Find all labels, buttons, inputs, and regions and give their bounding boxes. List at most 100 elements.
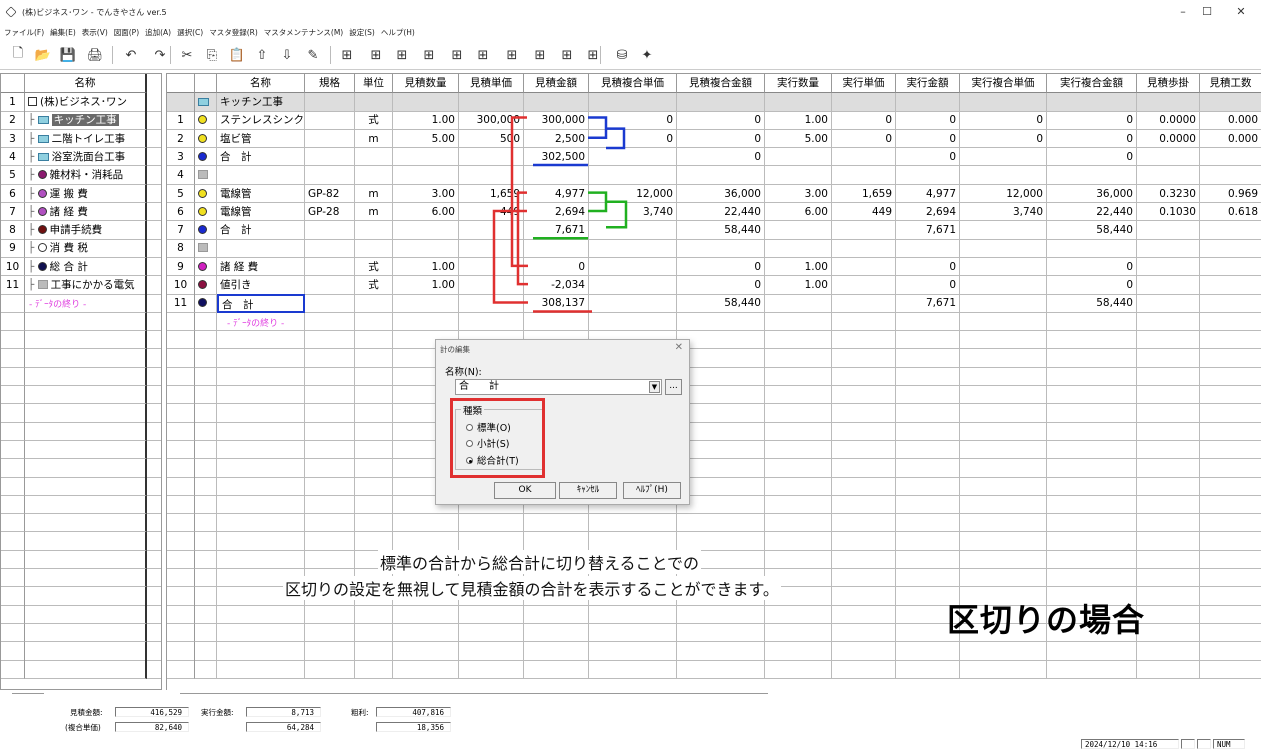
tree-item[interactable]: ├ 申請手続費 xyxy=(25,221,147,240)
cell-aamt: 4,977 xyxy=(896,184,960,203)
copy-icon[interactable]: ⎘ xyxy=(202,45,222,65)
cut-icon[interactable]: ✂ xyxy=(177,45,197,65)
column-header[interactable]: 見積単価 xyxy=(459,74,524,93)
dot-icon xyxy=(37,206,47,216)
grid-empty-cell xyxy=(167,623,195,643)
menu-item[interactable]: 設定(S) xyxy=(349,27,375,38)
help-button[interactable]: ﾍﾙﾌﾟ(H) xyxy=(623,482,681,499)
tool-1-icon[interactable]: ⊞ xyxy=(337,45,357,65)
menu-item[interactable]: 表示(V) xyxy=(82,27,108,38)
tree-scroll-col xyxy=(147,404,161,423)
tree-item[interactable]: ├ 工事にかかる電気 xyxy=(25,276,147,295)
tool-6-icon[interactable]: ⊞ xyxy=(473,45,493,65)
menu-item[interactable]: ファイル(F) xyxy=(4,27,44,38)
tool-4-icon[interactable]: ⊞ xyxy=(419,45,439,65)
tree-scroll-col xyxy=(147,294,161,313)
name-combobox[interactable]: 合 計 ▼ xyxy=(455,379,662,395)
menu-item[interactable]: 追加(A) xyxy=(145,27,171,38)
column-header[interactable]: 見積金額 xyxy=(524,74,589,93)
move-down-icon[interactable]: ⇩ xyxy=(277,45,297,65)
grid-empty-cell xyxy=(305,367,355,386)
tree-item[interactable]: ├ 二階トイレ工事 xyxy=(25,129,147,149)
tree-item[interactable]: (株)ビジネス･ワン xyxy=(25,93,147,112)
undo-icon[interactable]: ↶ xyxy=(121,45,141,65)
cell-aca: 0 xyxy=(1047,147,1137,167)
tree-item[interactable]: ├ 消 費 税 xyxy=(25,239,147,258)
menu-item[interactable]: 図面(P) xyxy=(114,27,139,38)
tree-empty-row xyxy=(25,422,147,441)
cell-icon xyxy=(195,184,217,203)
paste-icon[interactable]: 📋 xyxy=(227,45,247,65)
column-header[interactable]: 見積工数 xyxy=(1200,74,1261,93)
new-file-icon[interactable]: 🗋 xyxy=(8,45,28,65)
tool-7-icon[interactable]: ⊞ xyxy=(502,45,522,65)
close-button[interactable]: ✕ xyxy=(1229,4,1253,20)
minimize-button[interactable]: – xyxy=(1171,4,1195,20)
edit-icon[interactable]: ✎ xyxy=(303,45,323,65)
tree-scroll-col xyxy=(147,477,161,496)
pin-icon[interactable]: ✦ xyxy=(637,45,657,65)
tool-8-icon[interactable]: ⊞ xyxy=(530,45,550,65)
grid-empty-cell xyxy=(195,623,217,643)
cell-eqty: 1.00 xyxy=(393,257,459,277)
cell-eamt: 2,500 xyxy=(524,129,589,149)
grid-empty-cell xyxy=(1047,330,1137,350)
tree-item[interactable]: ├ キッチン工事 xyxy=(25,111,147,130)
status-dot-icon xyxy=(198,298,207,308)
column-header[interactable]: 規格 xyxy=(305,74,355,93)
maximize-button[interactable]: ☐ xyxy=(1195,4,1219,20)
menu-bar: ファイル(F) 編集(E) 表示(V) 図面(P) 追加(A) 選択(C) マスタ登録(R)… xyxy=(0,24,1261,40)
print-icon[interactable]: 🖨 xyxy=(85,45,105,65)
tool-2-icon[interactable]: ⊞ xyxy=(366,45,386,65)
cell-eca: 36,000 xyxy=(677,184,765,203)
tree-item[interactable]: ├ 運 搬 費 xyxy=(25,184,147,203)
cell-aamt: 0 xyxy=(896,147,960,167)
cell-name[interactable]: 合 計 xyxy=(217,294,305,313)
tool-5-icon[interactable]: ⊞ xyxy=(447,45,467,65)
tree-item[interactable]: ├ 雑材料・消耗品 xyxy=(25,166,147,185)
column-header[interactable]: 見積歩掛 xyxy=(1137,74,1200,93)
menu-item[interactable]: マスタ登録(R) xyxy=(209,27,258,38)
grid-empty-cell xyxy=(217,532,305,551)
column-header[interactable]: 実行金額 xyxy=(896,74,960,93)
tool-3-icon[interactable]: ⊞ xyxy=(392,45,412,65)
menu-item[interactable]: 選択(C) xyxy=(177,27,203,38)
redo-icon[interactable]: ↷ xyxy=(150,45,170,65)
menu-item[interactable]: ヘルプ(H) xyxy=(381,27,415,38)
database-icon[interactable]: ⛁ xyxy=(612,45,632,65)
menu-item[interactable]: 編集(E) xyxy=(50,27,76,38)
grid-empty-cell xyxy=(217,367,305,386)
tool-9-icon[interactable]: ⊞ xyxy=(557,45,577,65)
tree-item-label: 運 搬 費 xyxy=(49,187,88,200)
column-header[interactable]: 見積数量 xyxy=(393,74,459,93)
column-header[interactable]: 単位 xyxy=(355,74,393,93)
tree-item[interactable]: ├ 浴室洗面台工事 xyxy=(25,147,147,167)
gray-icon xyxy=(37,280,48,289)
grid-empty-cell xyxy=(765,660,832,679)
cell-n: 7 xyxy=(167,221,195,240)
tree-item[interactable]: ├ 諸 経 費 xyxy=(25,202,147,222)
browse-button[interactable]: ... xyxy=(665,379,682,395)
column-header[interactable]: 実行複合金額 xyxy=(1047,74,1137,93)
menu-item[interactable]: マスタメンテナンス(M) xyxy=(264,27,343,38)
save-icon[interactable]: 💾 xyxy=(58,45,78,65)
cancel-button[interactable]: ｷｬﾝｾﾙ xyxy=(559,482,617,499)
tree-empty-row xyxy=(25,330,147,350)
column-header[interactable]: 実行単価 xyxy=(832,74,896,93)
cell-aqty xyxy=(765,239,832,258)
tree-row-number xyxy=(1,312,25,332)
column-header[interactable]: 見積複合単価 xyxy=(589,74,677,93)
move-up-icon[interactable]: ⇧ xyxy=(252,45,272,65)
dialog-close-icon[interactable]: ✕ xyxy=(675,342,683,353)
chevron-down-icon[interactable]: ▼ xyxy=(649,381,660,393)
grid-empty-cell xyxy=(1137,513,1200,533)
grid-empty-cell xyxy=(217,404,305,423)
grid-empty-cell xyxy=(393,642,459,661)
ok-button[interactable]: OK xyxy=(494,482,556,499)
column-header[interactable]: 実行複合単価 xyxy=(960,74,1047,93)
column-header[interactable]: 見積複合金額 xyxy=(677,74,765,93)
open-folder-icon[interactable]: 📂 xyxy=(33,45,53,65)
column-header[interactable]: 実行数量 xyxy=(765,74,832,93)
tree-item[interactable]: ├ 総 合 計 xyxy=(25,257,147,277)
column-header[interactable]: 名称 xyxy=(217,74,305,93)
